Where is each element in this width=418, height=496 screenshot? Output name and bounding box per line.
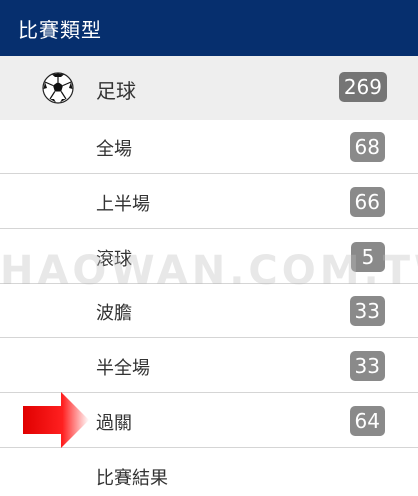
- list-item-full-match[interactable]: 全場 68: [0, 120, 418, 174]
- item-count-badge: 64: [349, 406, 385, 436]
- category-header: 比賽類型: [0, 0, 418, 56]
- item-count-badge: 33: [349, 296, 385, 326]
- item-label: 全場: [96, 139, 132, 160]
- item-count-badge: 33: [349, 351, 385, 381]
- item-label: 過關: [96, 413, 132, 434]
- list-item-half-full[interactable]: 半全場 33: [0, 339, 418, 393]
- item-label: 比賽結果: [96, 468, 168, 489]
- item-label: 半全場: [96, 358, 150, 379]
- list-item-first-half[interactable]: 上半場 66: [0, 175, 418, 229]
- soccer-ball-icon: [42, 72, 74, 104]
- sport-label: 足球: [96, 79, 136, 103]
- item-label: 波膽: [96, 303, 132, 324]
- sport-count-badge: 269: [338, 72, 387, 102]
- sport-row-soccer[interactable]: 足球 269: [0, 56, 418, 120]
- item-count-badge: 66: [349, 187, 385, 217]
- item-label: 滾球: [96, 249, 132, 270]
- item-count-badge: 68: [349, 132, 385, 162]
- list-item-correct-score[interactable]: 波膽 33: [0, 284, 418, 338]
- pointer-arrow-icon: [23, 392, 89, 448]
- item-count-badge: 5: [351, 242, 385, 272]
- list-item-in-play[interactable]: 滾球 5: [0, 230, 418, 284]
- header-title: 比賽類型: [18, 17, 102, 42]
- item-label: 上半場: [96, 194, 150, 215]
- list-item-results[interactable]: 比賽結果: [0, 449, 418, 496]
